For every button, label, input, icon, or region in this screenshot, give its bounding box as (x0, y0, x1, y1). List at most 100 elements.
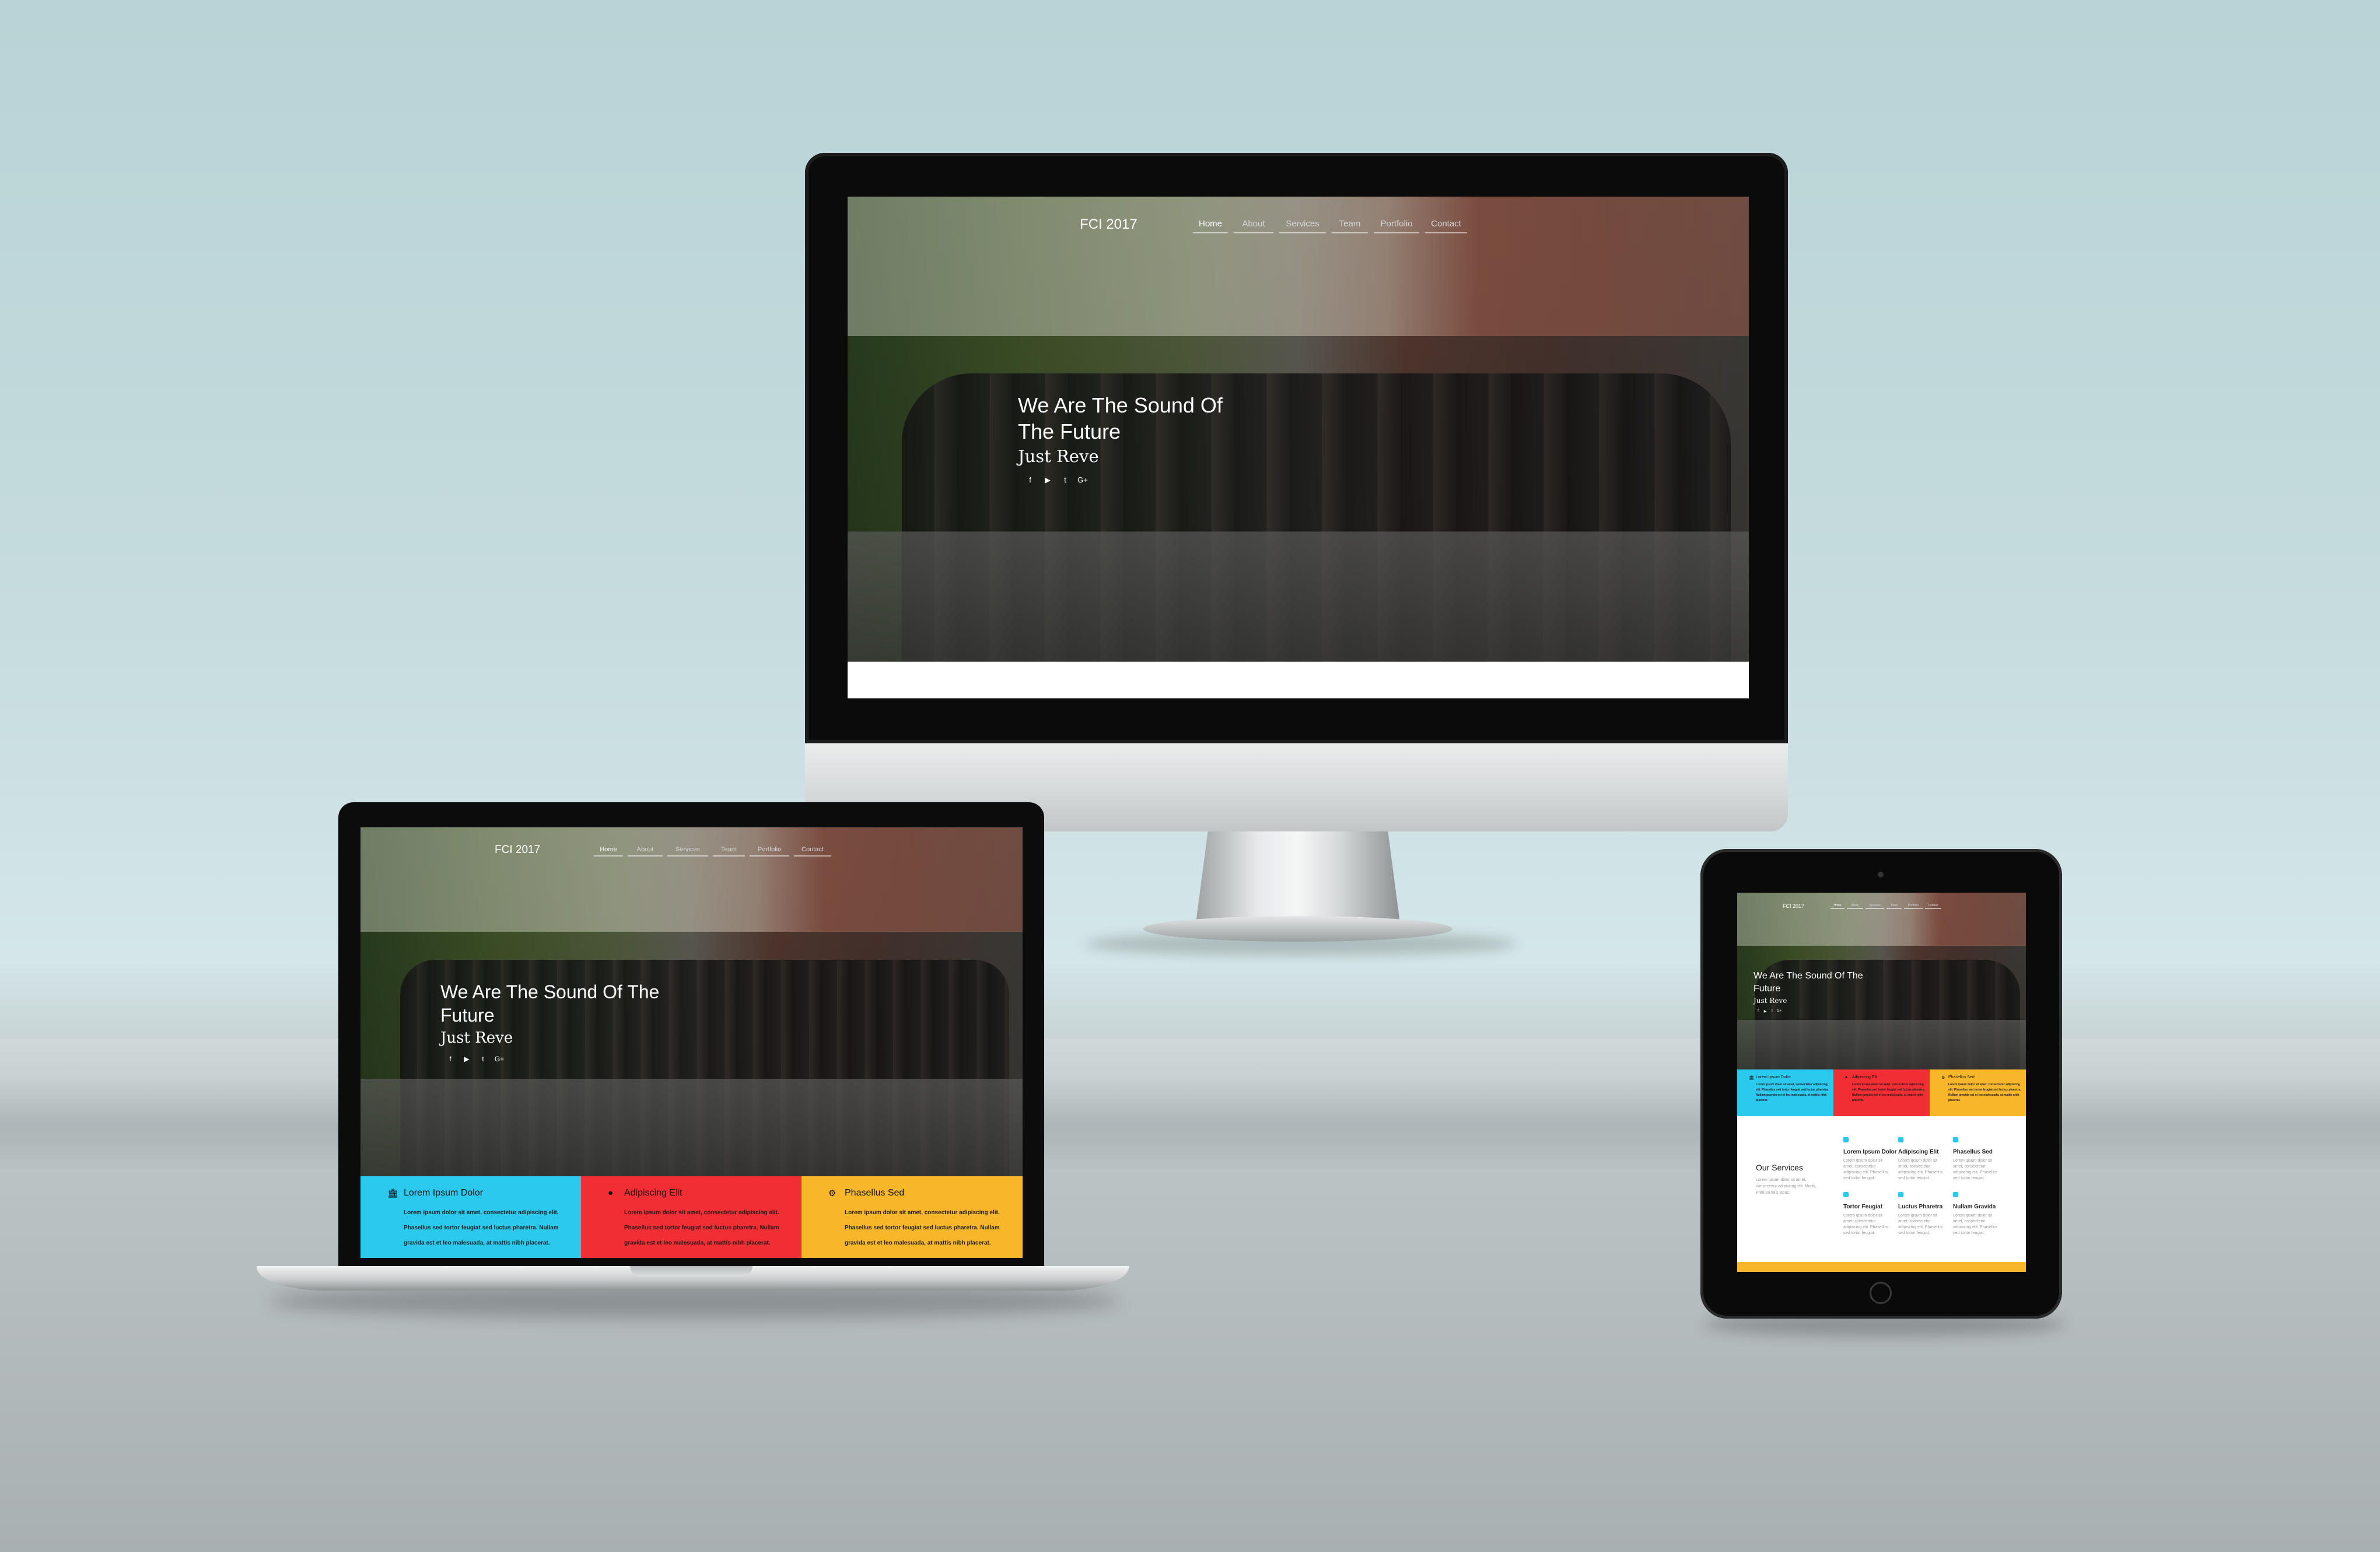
hero-section: FCI 2017 Home About Services Team Portfo… (848, 197, 1749, 662)
nav-item-about[interactable]: About (1234, 219, 1273, 233)
service-text: Lorem ipsum dolor sit amet, consectetur … (1898, 1214, 1943, 1235)
hero-subtitle: Just Reve (1018, 446, 1099, 466)
monitor-screen: FCI 2017 Home About Services Team Portfo… (848, 197, 1749, 698)
feature-text: Lorem ipsum dolor sit amet, consectetur … (624, 1210, 779, 1246)
tablet-screen: FCI 2017 Home About Services Team Portfo… (1737, 893, 2026, 1272)
nav-item-portfolio[interactable]: Portfolio (1904, 904, 1923, 909)
feature-text: Lorem ipsum dolor sit amet, consectetur … (1852, 1083, 1925, 1102)
twitter-icon[interactable]: t (475, 1055, 491, 1063)
nav-item-home[interactable]: Home (1193, 219, 1228, 233)
feature-title: Adipiscing Elit (624, 1188, 682, 1198)
google-plus-icon[interactable]: G+ (1776, 1009, 1783, 1013)
service-title: Nullam Gravida (1953, 1204, 1996, 1210)
nav-item-services[interactable]: Services (1866, 904, 1884, 909)
nav-item-team[interactable]: Team (1332, 219, 1368, 233)
service-title: Luctus Pharetra (1898, 1204, 1943, 1210)
nav-item-services[interactable]: Services (667, 846, 708, 857)
feature-text: Lorem ipsum dolor sit amet, consectetur … (404, 1210, 559, 1246)
nav-item-about[interactable]: About (628, 846, 663, 857)
feature-card: ⚙ Phasellus Sed Lorem ipsum dolor sit am… (802, 1176, 1023, 1258)
feature-card: ⚙ Phasellus Sed Lorem ipsum dolor sit am… (1930, 1069, 2026, 1116)
service-icon (1953, 1137, 1958, 1142)
gears-icon: ⚙ (1941, 1076, 1945, 1080)
hero-title: We Are The Sound Of The Future (440, 981, 660, 1026)
hero-section: FCI 2017 Home About Services Team Portfo… (1737, 893, 2026, 1069)
youtube-icon[interactable]: ▶ (1039, 476, 1056, 485)
service-title: Adipiscing Elit (1898, 1149, 1939, 1155)
social-links: f ▶ t G+ (1755, 1009, 1783, 1013)
hero-title: We Are The Sound Of The Future (1018, 393, 1223, 443)
service-text: Lorem ipsum dolor sit amet, consectetur … (1843, 1214, 1888, 1235)
service-icon (1898, 1137, 1903, 1142)
nav-item-team[interactable]: Team (1887, 904, 1902, 909)
youtube-icon[interactable]: ▶ (459, 1055, 475, 1063)
feature-title: Phasellus Sed (845, 1188, 905, 1198)
google-plus-icon[interactable]: G+ (1074, 476, 1091, 485)
feature-title: Phasellus Sed (1948, 1075, 1975, 1079)
nav-item-contact[interactable]: Contact (1425, 219, 1467, 233)
twitter-icon[interactable]: t (1769, 1009, 1776, 1013)
facebook-icon[interactable]: f (1755, 1009, 1762, 1013)
service-title: Tortor Feugiat (1843, 1204, 1883, 1210)
monitor-stand-foot (1143, 916, 1452, 942)
hero-section: FCI 2017 Home About Services Team Portfo… (360, 827, 1023, 1176)
feature-text: Lorem ipsum dolor sit amet, consectetur … (1948, 1083, 2021, 1102)
site-brand[interactable]: FCI 2017 (1080, 216, 1138, 233)
nav-item-services[interactable]: Services (1279, 219, 1326, 233)
social-links: f ▶ t G+ (1021, 476, 1091, 485)
tablet-camera (1878, 872, 1884, 878)
nav-item-home[interactable]: Home (594, 846, 623, 857)
feature-title: Lorem Ipsum Dolor (1756, 1075, 1791, 1079)
social-links: f ▶ t G+ (442, 1055, 508, 1063)
footer-strip (1737, 1262, 2026, 1272)
feature-text: Lorem ipsum dolor sit amet, consectetur … (845, 1210, 1000, 1246)
service-icon (1898, 1192, 1903, 1197)
service-icon (1843, 1137, 1849, 1142)
twitter-icon[interactable]: t (1056, 476, 1074, 485)
hero-subtitle: Just Reve (440, 1029, 513, 1047)
service-title: Phasellus Sed (1953, 1149, 1993, 1155)
feature-bar: 🏛 Lorem Ipsum Dolor Lorem ipsum dolor si… (1737, 1069, 2026, 1116)
bank-icon: 🏛 (387, 1189, 399, 1198)
nav-item-home[interactable]: Home (1831, 904, 1845, 909)
bank-icon: 🏛 (1749, 1076, 1754, 1080)
feature-card: ● Adipiscing Elit Lorem ipsum dolor sit … (581, 1176, 802, 1258)
service-icon (1953, 1192, 1958, 1197)
feature-card: ● Adipiscing Elit Lorem ipsum dolor sit … (1833, 1069, 1930, 1116)
site-brand[interactable]: FCI 2017 (495, 844, 540, 857)
laptop-notch (630, 1266, 752, 1277)
feature-bar: 🏛 Lorem Ipsum Dolor Lorem ipsum dolor si… (360, 1176, 1023, 1258)
google-plus-icon[interactable]: G+ (491, 1055, 508, 1063)
nav-item-contact[interactable]: Contact (794, 846, 831, 857)
monitor-stand-neck (1196, 830, 1400, 923)
facebook-icon[interactable]: f (1021, 476, 1039, 485)
nav-item-contact[interactable]: Contact (1925, 904, 1941, 909)
service-text: Lorem ipsum dolor sit amet, consectetur … (1953, 1214, 1998, 1235)
nav-item-about[interactable]: About (1847, 904, 1863, 909)
hero-title: We Are The Sound Of The Future (1754, 971, 1863, 994)
services-intro: Lorem ipsum dolor sit amet, consectetur … (1756, 1178, 1817, 1195)
main-nav: Home About Services Team Portfolio Conta… (594, 846, 831, 857)
youtube-icon[interactable]: ▶ (1762, 1009, 1769, 1013)
nav-item-portfolio[interactable]: Portfolio (750, 846, 789, 857)
facebook-icon[interactable]: f (442, 1055, 459, 1063)
service-text: Lorem ipsum dolor sit amet, consectetur … (1953, 1159, 1998, 1180)
feature-text: Lorem ipsum dolor sit amet, consectetur … (1756, 1083, 1829, 1102)
services-section: Our Services Lorem ipsum dolor sit amet,… (1737, 1116, 2026, 1262)
nav-item-team[interactable]: Team (713, 846, 745, 857)
feature-card: 🏛 Lorem Ipsum Dolor Lorem ipsum dolor si… (360, 1176, 581, 1258)
tablet-home-button[interactable] (1870, 1282, 1892, 1304)
circle-icon: ● (1845, 1075, 1848, 1079)
gears-icon: ⚙ (828, 1189, 836, 1198)
main-nav: Home About Services Team Portfolio Conta… (1193, 219, 1467, 233)
service-icon (1843, 1192, 1849, 1197)
service-title: Lorem Ipsum Dolor (1843, 1149, 1897, 1155)
nav-item-portfolio[interactable]: Portfolio (1374, 219, 1419, 233)
feature-title: Lorem Ipsum Dolor (404, 1188, 484, 1198)
hero-subtitle: Just Reve (1754, 997, 1787, 1005)
feature-card: 🏛 Lorem Ipsum Dolor Lorem ipsum dolor si… (1737, 1069, 1833, 1116)
site-brand[interactable]: FCI 2017 (1783, 903, 1804, 909)
services-heading: Our Services (1756, 1163, 1803, 1172)
circle-icon: ● (608, 1188, 614, 1198)
feature-title: Adipiscing Elit (1852, 1075, 1878, 1079)
